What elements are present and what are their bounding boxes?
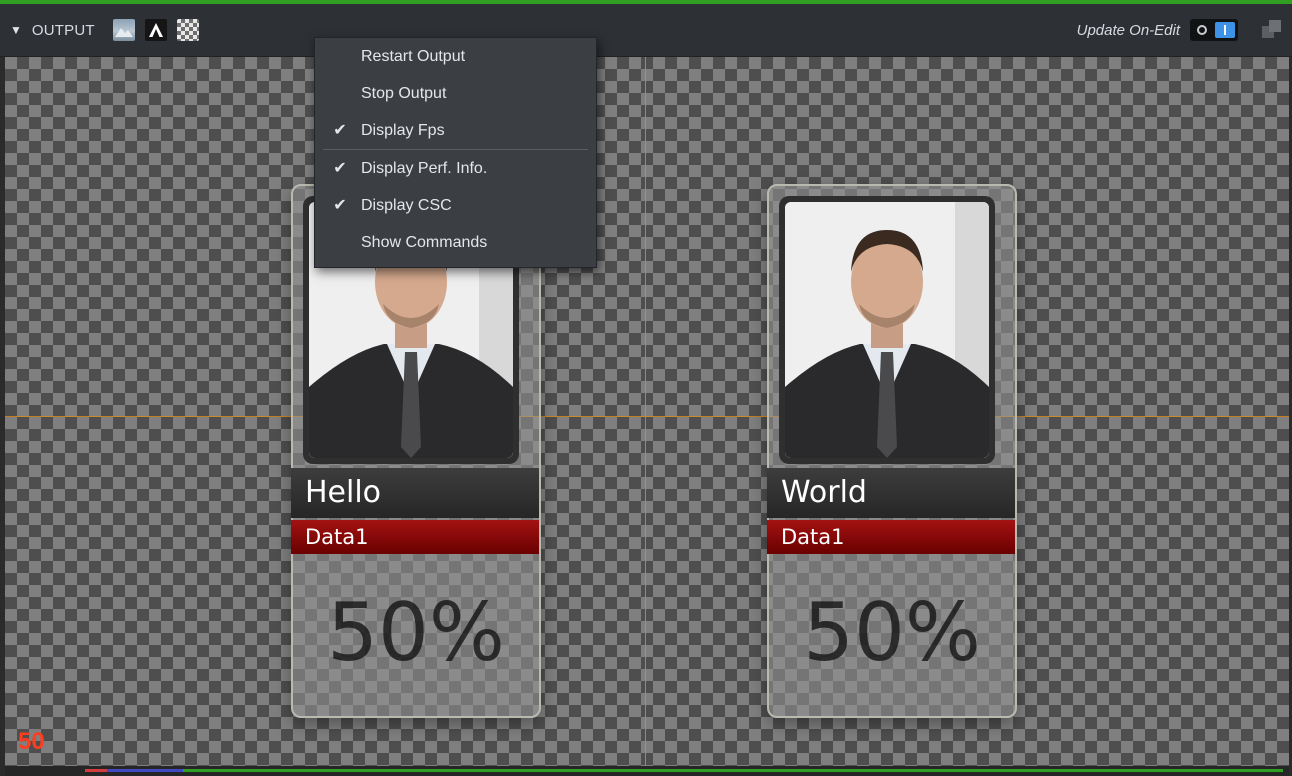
checkmark-icon: ✔: [333, 197, 347, 214]
text-view-icon[interactable]: [144, 19, 167, 41]
toolbar-left-group: ▼ OUTPUT: [10, 4, 199, 56]
output-title: OUTPUT: [31, 21, 95, 39]
menu-item-display-fps[interactable]: ✔ Display Fps: [315, 112, 596, 149]
photo-frame: [779, 196, 995, 464]
output-context-menu: Restart Output Stop Output ✔ Display Fps…: [314, 37, 597, 268]
output-toolbar: ▼ OUTPUT Update On-Edit: [0, 4, 1292, 57]
menu-item-label: Restart Output: [361, 48, 466, 65]
card-name: Hello: [291, 468, 539, 518]
checkmark-icon: ✔: [333, 122, 347, 139]
menu-item-label: Display CSC: [361, 197, 452, 214]
toggle-on-knob: [1215, 22, 1235, 38]
card-percent: 50%: [803, 586, 981, 679]
collapse-triangle-icon[interactable]: ▼: [10, 23, 22, 37]
lower-third-card: World Data1 50%: [767, 184, 1017, 718]
alpha-view-icon[interactable]: [176, 19, 199, 41]
performance-bar: [5, 766, 1289, 776]
toggle-off-indicator-icon: [1197, 25, 1207, 35]
card-data-label: Data1: [767, 520, 1015, 554]
image-view-icon[interactable]: [112, 19, 135, 41]
output-viewport[interactable]: Hello Data1 50% World Data1 50%: [5, 57, 1289, 776]
horizontal-guide-line: [5, 416, 1289, 417]
menu-item-stop-output[interactable]: Stop Output: [315, 75, 596, 112]
menu-item-restart-output[interactable]: Restart Output: [315, 38, 596, 75]
toolbar-right-group: Update On-Edit: [1077, 4, 1282, 56]
fps-counter: 50: [18, 728, 45, 755]
menu-item-label: Display Fps: [361, 122, 445, 139]
menu-item-display-perf-info[interactable]: ✔ Display Perf. Info.: [315, 150, 596, 187]
card-data-label: Data1: [291, 520, 539, 554]
portrait-photo: [785, 202, 989, 458]
card-percent: 50%: [327, 586, 505, 679]
menu-item-label: Stop Output: [361, 85, 447, 102]
menu-item-show-commands[interactable]: Show Commands: [315, 224, 596, 261]
checkmark-icon: ✔: [333, 160, 347, 177]
update-on-edit-toggle[interactable]: [1190, 19, 1238, 41]
card-name: World: [767, 468, 1015, 518]
menu-item-label: Show Commands: [361, 234, 488, 251]
menu-item-display-csc[interactable]: ✔ Display CSC: [315, 187, 596, 224]
popout-icon[interactable]: [1262, 20, 1282, 40]
update-on-edit-label: Update On-Edit: [1076, 21, 1180, 39]
menu-item-label: Display Perf. Info.: [361, 160, 488, 177]
